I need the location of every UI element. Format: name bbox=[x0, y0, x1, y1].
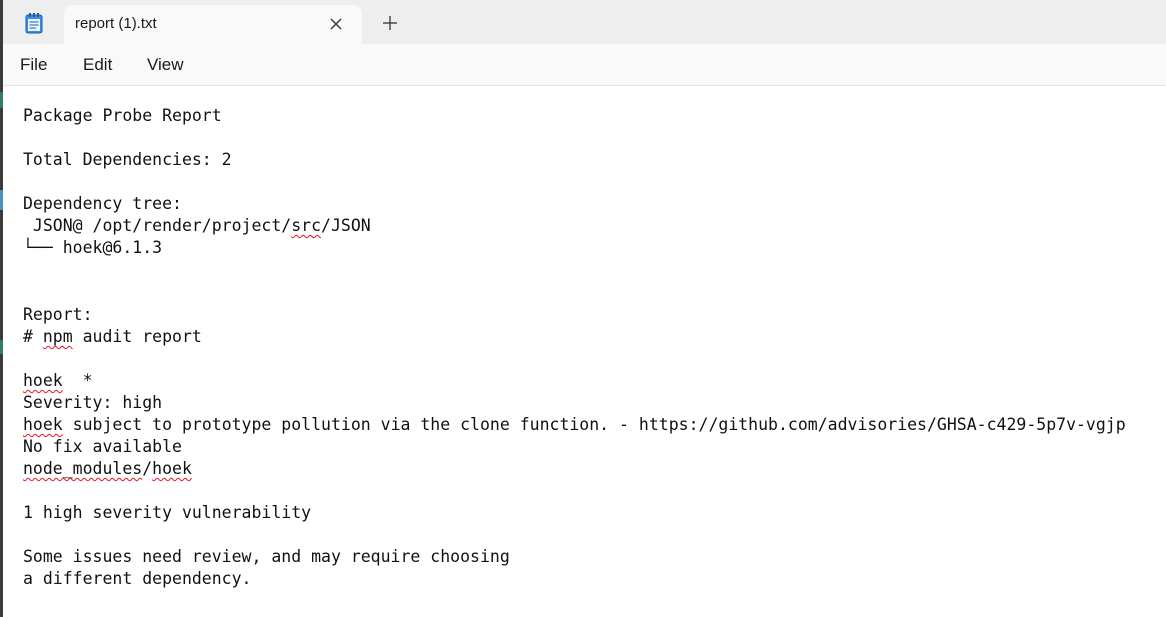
spell-error-word: hoek bbox=[23, 415, 63, 434]
menu-view[interactable]: View bbox=[147, 55, 184, 75]
plus-icon[interactable] bbox=[381, 14, 399, 32]
tab-report[interactable]: report (1).txt bbox=[64, 5, 362, 44]
menu-file[interactable]: File bbox=[20, 55, 47, 75]
tab-title: report (1).txt bbox=[75, 15, 157, 32]
line-hoek-star: hoek * bbox=[23, 370, 93, 392]
line-hoek-dep: └── hoek@6.1.3 bbox=[23, 238, 163, 257]
line-audit-header: # npm audit report bbox=[23, 326, 202, 348]
spell-error-word: node_modules bbox=[23, 459, 143, 478]
text-segment: / bbox=[142, 459, 153, 478]
text-segment: /JSON bbox=[321, 216, 371, 235]
line-dep-tree: Dependency tree: bbox=[23, 194, 182, 213]
spell-error-word: src bbox=[291, 216, 322, 235]
text-segment: subject to prototype pollution via the c… bbox=[62, 415, 1126, 434]
line-different-dep: a different dependency. bbox=[23, 569, 252, 588]
line-severity: Severity: high bbox=[23, 393, 163, 412]
spell-error-word: hoek bbox=[152, 459, 192, 478]
line-total-deps: Total Dependencies: 2 bbox=[23, 150, 232, 169]
text-segment: audit report bbox=[72, 327, 202, 346]
menu-bar: File Edit View bbox=[3, 44, 1166, 86]
line-no-fix: No fix available bbox=[23, 437, 182, 456]
menu-edit[interactable]: Edit bbox=[83, 55, 112, 75]
line-vuln-count: 1 high severity vulnerability bbox=[23, 503, 312, 522]
text-segment: # bbox=[23, 327, 43, 346]
spell-error-word: npm bbox=[42, 327, 73, 346]
line-report: Report: bbox=[23, 305, 93, 324]
close-icon[interactable] bbox=[328, 16, 344, 32]
line-title: Package Probe Report bbox=[23, 106, 222, 125]
text-segment: JSON@ /opt/render/project/ bbox=[23, 216, 292, 235]
text-segment: * bbox=[62, 371, 93, 390]
line-node-modules: node_modules/hoek bbox=[23, 458, 192, 480]
notepad-icon bbox=[25, 13, 43, 34]
line-json-path: JSON@ /opt/render/project/src/JSON bbox=[23, 215, 371, 237]
spell-error-word: hoek bbox=[23, 371, 63, 390]
line-advisory: hoek subject to prototype pollution via … bbox=[23, 414, 1126, 436]
text-editor[interactable]: Package Probe Report Total Dependencies:… bbox=[3, 86, 1166, 617]
line-issues: Some issues need review, and may require… bbox=[23, 547, 510, 566]
title-bar: report (1).txt bbox=[3, 0, 1166, 44]
